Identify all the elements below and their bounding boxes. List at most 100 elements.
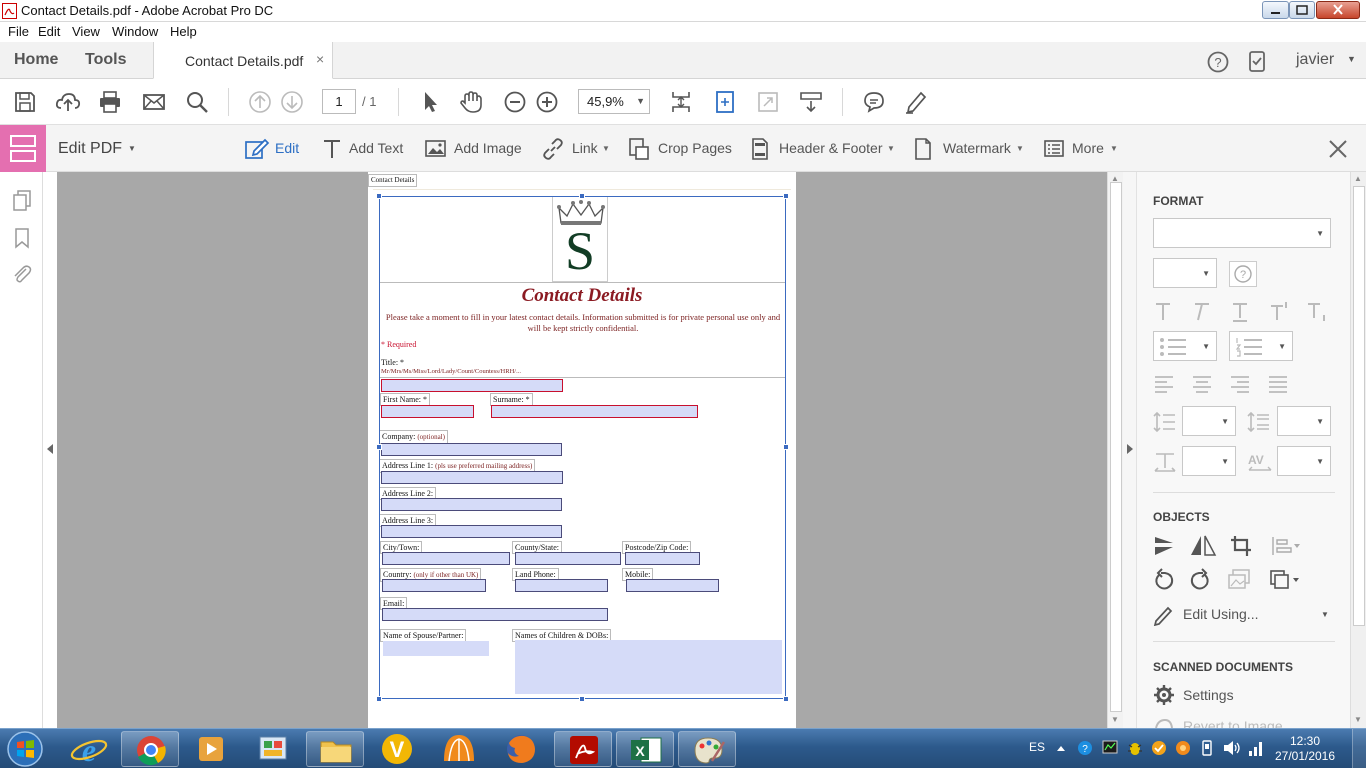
full-screen-icon[interactable] <box>755 89 781 115</box>
system-clock[interactable]: 12:30 27/01/2016 <box>1270 734 1340 764</box>
resize-handle[interactable] <box>579 696 585 702</box>
attachments-icon[interactable] <box>11 263 33 285</box>
scroll-up-icon[interactable]: ▲ <box>1354 174 1362 183</box>
link-button[interactable]: Link <box>572 140 598 156</box>
tray-bug-icon[interactable] <box>1126 739 1144 757</box>
select-cursor-icon[interactable] <box>417 89 443 115</box>
edit-selection-frame[interactable] <box>379 196 786 699</box>
revert-to-image-button[interactable]: Revert to Image <box>1183 718 1283 728</box>
previous-page-icon[interactable] <box>247 89 273 115</box>
text-normal-icon[interactable] <box>1156 303 1170 320</box>
link-icon[interactable] <box>541 137 565 161</box>
hand-tool-icon[interactable] <box>458 89 484 115</box>
font-size-select[interactable]: ▼ <box>1153 258 1217 288</box>
tab-tools[interactable]: Tools <box>85 51 126 69</box>
zoom-level-select[interactable]: 45,9% ▼ <box>578 89 650 114</box>
excel-icon[interactable]: X <box>616 731 674 767</box>
help-icon[interactable]: ? <box>1206 50 1230 74</box>
watermark-button[interactable]: Watermark <box>943 140 1011 156</box>
highlight-pen-icon[interactable] <box>903 89 929 115</box>
file-explorer-icon[interactable] <box>306 731 364 767</box>
text-icon[interactable] <box>322 138 342 160</box>
minimize-button[interactable] <box>1262 1 1289 19</box>
menu-file[interactable]: File <box>8 24 29 39</box>
volume-icon[interactable] <box>1222 739 1242 757</box>
email-icon[interactable] <box>141 89 167 115</box>
tab-home[interactable]: Home <box>14 51 58 69</box>
print-icon[interactable] <box>97 89 123 115</box>
control-panel-icon[interactable] <box>244 731 302 767</box>
menu-help[interactable]: Help <box>170 24 197 39</box>
numbered-list-select[interactable]: ▼ <box>1229 331 1293 361</box>
arrange-icon[interactable] <box>1272 537 1300 555</box>
tray-update-icon[interactable] <box>1174 739 1192 757</box>
left-pane-toggle[interactable] <box>43 172 57 728</box>
close-tab-icon[interactable]: × <box>316 51 324 67</box>
windows-start-button[interactable] <box>5 729 45 768</box>
more-button[interactable]: More <box>1072 140 1104 156</box>
rotate-right-icon[interactable] <box>1190 568 1209 590</box>
bullet-list-select[interactable]: ▼ <box>1153 331 1217 361</box>
paint-icon[interactable] <box>678 731 736 767</box>
scroll-down-icon[interactable]: ▼ <box>1354 715 1362 724</box>
resize-handle[interactable] <box>783 696 789 702</box>
edit-using-chevron-icon[interactable]: ▼ <box>1321 610 1329 619</box>
scrollbar-thumb[interactable] <box>1353 186 1365 626</box>
page-thumbnails-icon[interactable] <box>12 190 32 212</box>
vlc-style-v-icon[interactable]: V <box>368 731 426 767</box>
line-spacing-select[interactable]: ▼ <box>1182 406 1236 436</box>
header-footer-icon[interactable] <box>751 137 769 161</box>
revert-to-image-row[interactable]: Revert to Image <box>1153 718 1351 728</box>
settings-button[interactable]: Settings <box>1183 687 1234 703</box>
tab-document[interactable]: Contact Details.pdf × <box>153 42 333 79</box>
show-desktop-button[interactable] <box>1352 729 1366 768</box>
resize-handle[interactable] <box>376 193 382 199</box>
comment-icon[interactable] <box>861 89 887 115</box>
document-scrollbar[interactable]: ▲ ▼ <box>1107 172 1123 728</box>
mobile-link-icon[interactable] <box>1247 50 1267 74</box>
text-subscript-icon[interactable] <box>1308 303 1325 321</box>
user-name[interactable]: javier <box>1296 51 1334 69</box>
edit-pdf-tool-icon[interactable] <box>0 125 46 172</box>
crop-object-icon[interactable] <box>1231 536 1251 556</box>
image-icon[interactable] <box>425 139 447 159</box>
flip-horizontal-icon[interactable] <box>1191 535 1217 556</box>
replace-image-icon[interactable] <box>1228 569 1250 589</box>
show-hidden-icons-icon[interactable] <box>1056 743 1066 753</box>
character-spacing-select[interactable]: ▼ <box>1277 446 1331 476</box>
align-center-icon[interactable] <box>1193 376 1211 393</box>
edit-icon[interactable] <box>244 137 270 161</box>
right-pane-toggle[interactable] <box>1123 172 1136 728</box>
upload-cloud-icon[interactable] <box>55 89 81 115</box>
more-chevron-icon[interactable]: ▼ <box>1110 144 1118 153</box>
align-left-icon[interactable] <box>1155 376 1173 393</box>
resize-handle[interactable] <box>376 444 382 450</box>
font-help-icon[interactable]: ? <box>1229 261 1257 287</box>
horizontal-scaling-select[interactable]: ▼ <box>1182 446 1236 476</box>
read-mode-icon[interactable] <box>798 89 824 115</box>
shell-app-icon[interactable] <box>430 731 488 767</box>
rotate-left-icon[interactable] <box>1155 568 1174 590</box>
next-page-icon[interactable] <box>279 89 305 115</box>
firefox-icon[interactable] <box>492 731 550 767</box>
watermark-chevron-icon[interactable]: ▼ <box>1016 144 1024 153</box>
resize-handle[interactable] <box>783 193 789 199</box>
crop-pages-button[interactable]: Crop Pages <box>658 140 732 156</box>
fit-page-icon[interactable] <box>712 89 738 115</box>
header-footer-button[interactable]: Header & Footer <box>779 140 883 156</box>
tray-help-icon[interactable]: ? <box>1076 739 1094 757</box>
font-family-select[interactable]: ▼ <box>1153 218 1331 248</box>
header-footer-chevron-icon[interactable]: ▼ <box>887 144 895 153</box>
collapse-right-pane-icon[interactable] <box>1126 443 1134 455</box>
scroll-mode-icon[interactable] <box>668 89 694 115</box>
text-superscript-icon[interactable] <box>1271 302 1287 320</box>
edit-button[interactable]: Edit <box>275 140 299 156</box>
tray-device-icon[interactable] <box>1198 739 1216 757</box>
edit-using-button[interactable]: Edit Using... <box>1183 606 1258 622</box>
settings-gear-icon[interactable] <box>1153 684 1175 706</box>
search-icon[interactable] <box>184 89 210 115</box>
resize-handle[interactable] <box>783 444 789 450</box>
internet-explorer-icon[interactable]: e <box>60 731 118 767</box>
edit-pdf-title[interactable]: Edit PDF <box>58 140 122 158</box>
tray-network-monitor-icon[interactable] <box>1101 739 1119 757</box>
